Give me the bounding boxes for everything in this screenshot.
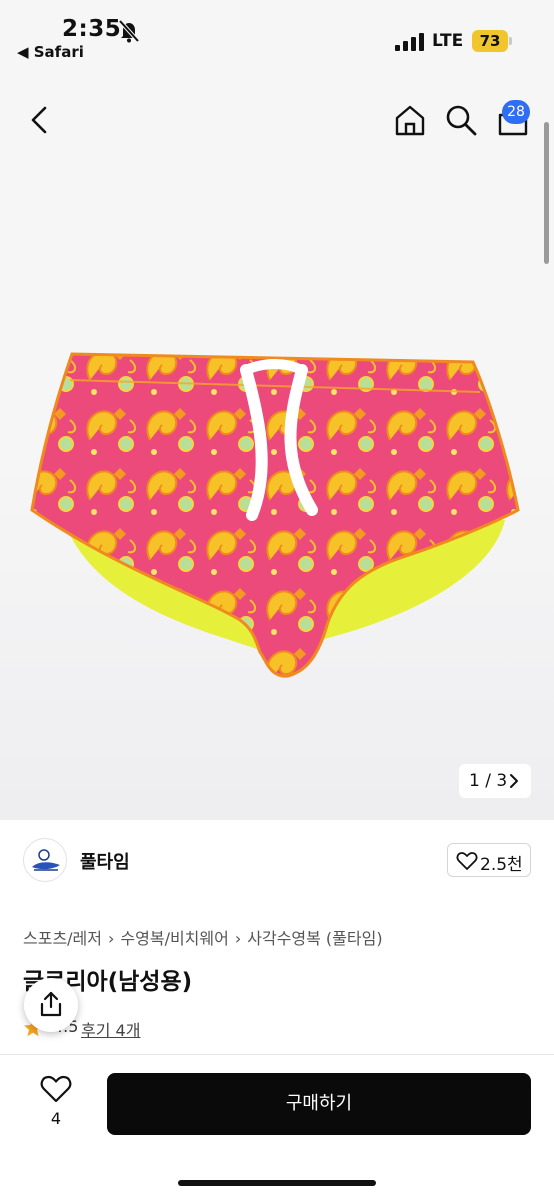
pager-label: 1 / 3 xyxy=(469,771,508,791)
battery-indicator: 73 xyxy=(472,30,508,52)
cart-count-badge: 28 xyxy=(502,100,530,124)
share-icon xyxy=(40,991,62,1017)
bell-slash-icon xyxy=(118,19,140,43)
back-chevron-icon[interactable] xyxy=(26,104,54,136)
reviews-link[interactable]: 후기 4개 xyxy=(81,1017,140,1041)
buy-button[interactable]: 구매하기 xyxy=(107,1073,531,1135)
heart-outline-icon xyxy=(456,852,478,870)
clock: 2:35 xyxy=(62,16,122,42)
network-type: LTE xyxy=(432,31,464,51)
seller-name[interactable]: 풀타임 xyxy=(80,848,130,874)
share-button[interactable] xyxy=(24,978,78,1032)
search-icon[interactable] xyxy=(444,103,478,137)
home-icon[interactable] xyxy=(393,103,427,137)
product-image xyxy=(30,352,520,678)
breadcrumb-item[interactable]: 사각수영복 (풀타임) xyxy=(247,929,382,948)
seller-avatar[interactable] xyxy=(23,838,67,882)
breadcrumb: 스포츠/레저 › 수영복/비치웨어 › 사각수영복 (풀타임) xyxy=(23,925,383,949)
chevron-right-icon xyxy=(510,774,518,788)
scrollbar-thumb[interactable] xyxy=(544,122,549,264)
back-to-safari[interactable]: ◀ Safari xyxy=(17,43,84,61)
seller-logo-icon xyxy=(32,849,60,871)
wish-count: 4 xyxy=(50,1109,62,1128)
seller-like-button[interactable]: 2.5천 xyxy=(447,843,531,877)
battery-cap xyxy=(509,37,512,45)
image-pager[interactable]: 1 / 3 xyxy=(459,764,531,798)
chevron-right-icon: › xyxy=(234,929,242,948)
signal-icon xyxy=(395,33,424,51)
breadcrumb-item[interactable]: 수영복/비치웨어 xyxy=(120,929,228,948)
chevron-right-icon: › xyxy=(108,929,115,948)
bottom-bar-divider xyxy=(0,1054,554,1055)
like-count: 2.5천 xyxy=(480,855,523,875)
home-indicator xyxy=(178,1180,376,1186)
status-bar: 2:35 ◀ Safari LTE 73 xyxy=(0,0,554,70)
breadcrumb-item[interactable]: 스포츠/레저 xyxy=(23,929,102,948)
heart-outline-icon[interactable] xyxy=(40,1074,72,1104)
